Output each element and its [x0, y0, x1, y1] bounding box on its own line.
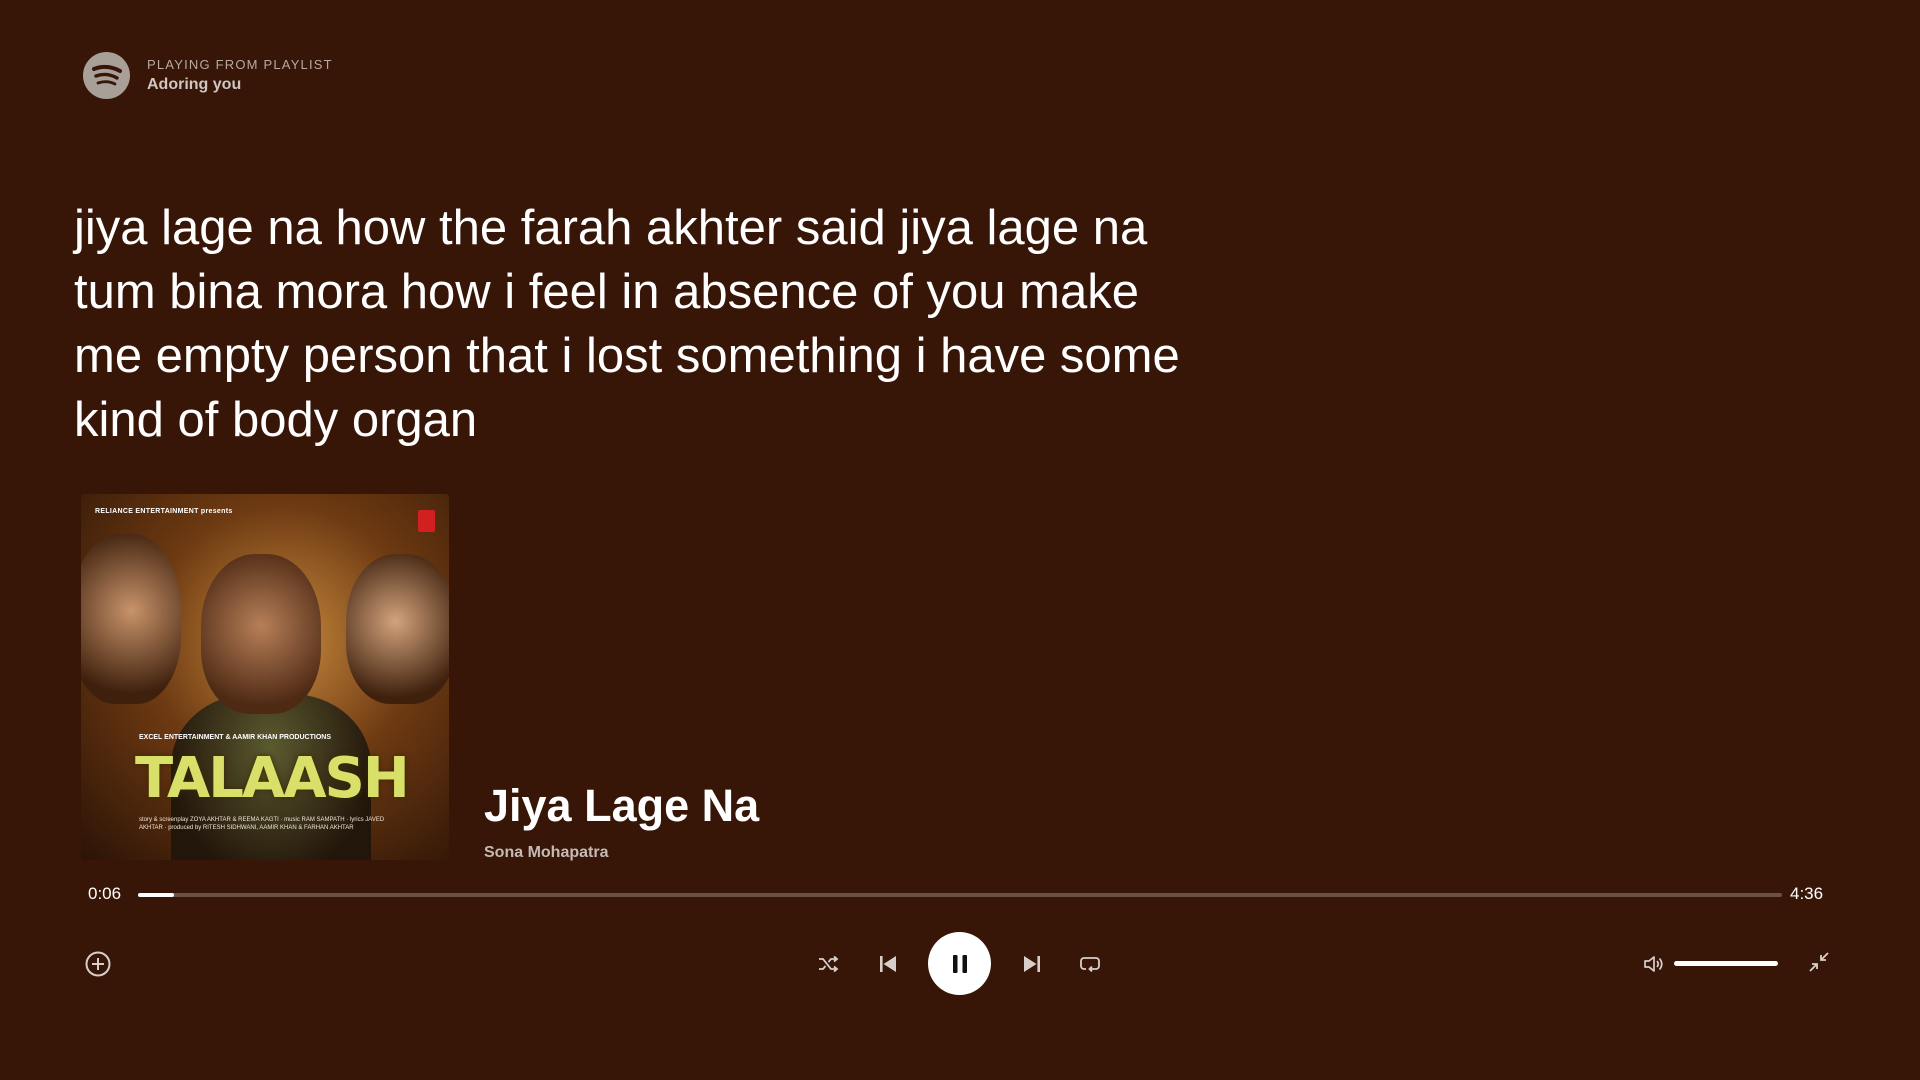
volume-fill: [1674, 961, 1778, 966]
context-label: PLAYING FROM PLAYLIST: [147, 57, 333, 72]
playing-context: PLAYING FROM PLAYLIST Adoring you: [83, 52, 333, 99]
shuffle-button[interactable]: [816, 952, 840, 976]
album-cover[interactable]: RELIANCE ENTERTAINMENT presents EXCEL EN…: [81, 494, 449, 860]
repeat-button[interactable]: [1078, 952, 1102, 976]
cover-production-text: EXCEL ENTERTAINMENT & AAMIR KHAN PRODUCT…: [139, 734, 331, 741]
cover-credits-text: story & screenplay ZOYA AKHTAR & REEMA K…: [139, 817, 385, 831]
playlist-name-link[interactable]: Adoring you: [147, 76, 333, 94]
progress-bar[interactable]: [138, 893, 1782, 897]
cover-figure-right: [346, 554, 449, 704]
cover-title-text: TALAASH: [135, 746, 410, 811]
play-pause-button[interactable]: [928, 932, 991, 995]
cover-figure-left: [81, 534, 181, 704]
shuffle-icon: [819, 955, 839, 973]
volume-icon: [1644, 956, 1663, 972]
tseries-logo-icon: [418, 510, 435, 532]
minimize-fullscreen-icon: [1809, 952, 1829, 972]
lyrics-text: jiya lage na how the farah akhter said j…: [74, 201, 1180, 447]
add-circle-icon: [85, 951, 111, 977]
progress-fill: [138, 893, 175, 897]
track-title[interactable]: Jiya Lage Na: [484, 780, 759, 832]
current-time: 0:06: [88, 884, 122, 903]
previous-button[interactable]: [876, 952, 900, 976]
mute-button[interactable]: [1642, 952, 1666, 976]
spotify-logo-icon[interactable]: [83, 52, 130, 99]
repeat-icon: [1080, 957, 1100, 973]
skip-previous-icon: [880, 956, 896, 972]
add-to-library-button[interactable]: [84, 950, 112, 978]
skip-next-icon: [1024, 956, 1040, 972]
track-artist[interactable]: Sona Mohapatra: [484, 844, 608, 862]
volume-slider[interactable]: [1674, 961, 1778, 966]
exit-fullscreen-button[interactable]: [1806, 949, 1832, 975]
total-time: 4:36: [1790, 884, 1824, 903]
cover-top-text: RELIANCE ENTERTAINMENT presents: [95, 508, 233, 515]
pause-icon: [952, 954, 967, 973]
cover-figure-center: [201, 554, 321, 714]
next-button[interactable]: [1020, 952, 1044, 976]
